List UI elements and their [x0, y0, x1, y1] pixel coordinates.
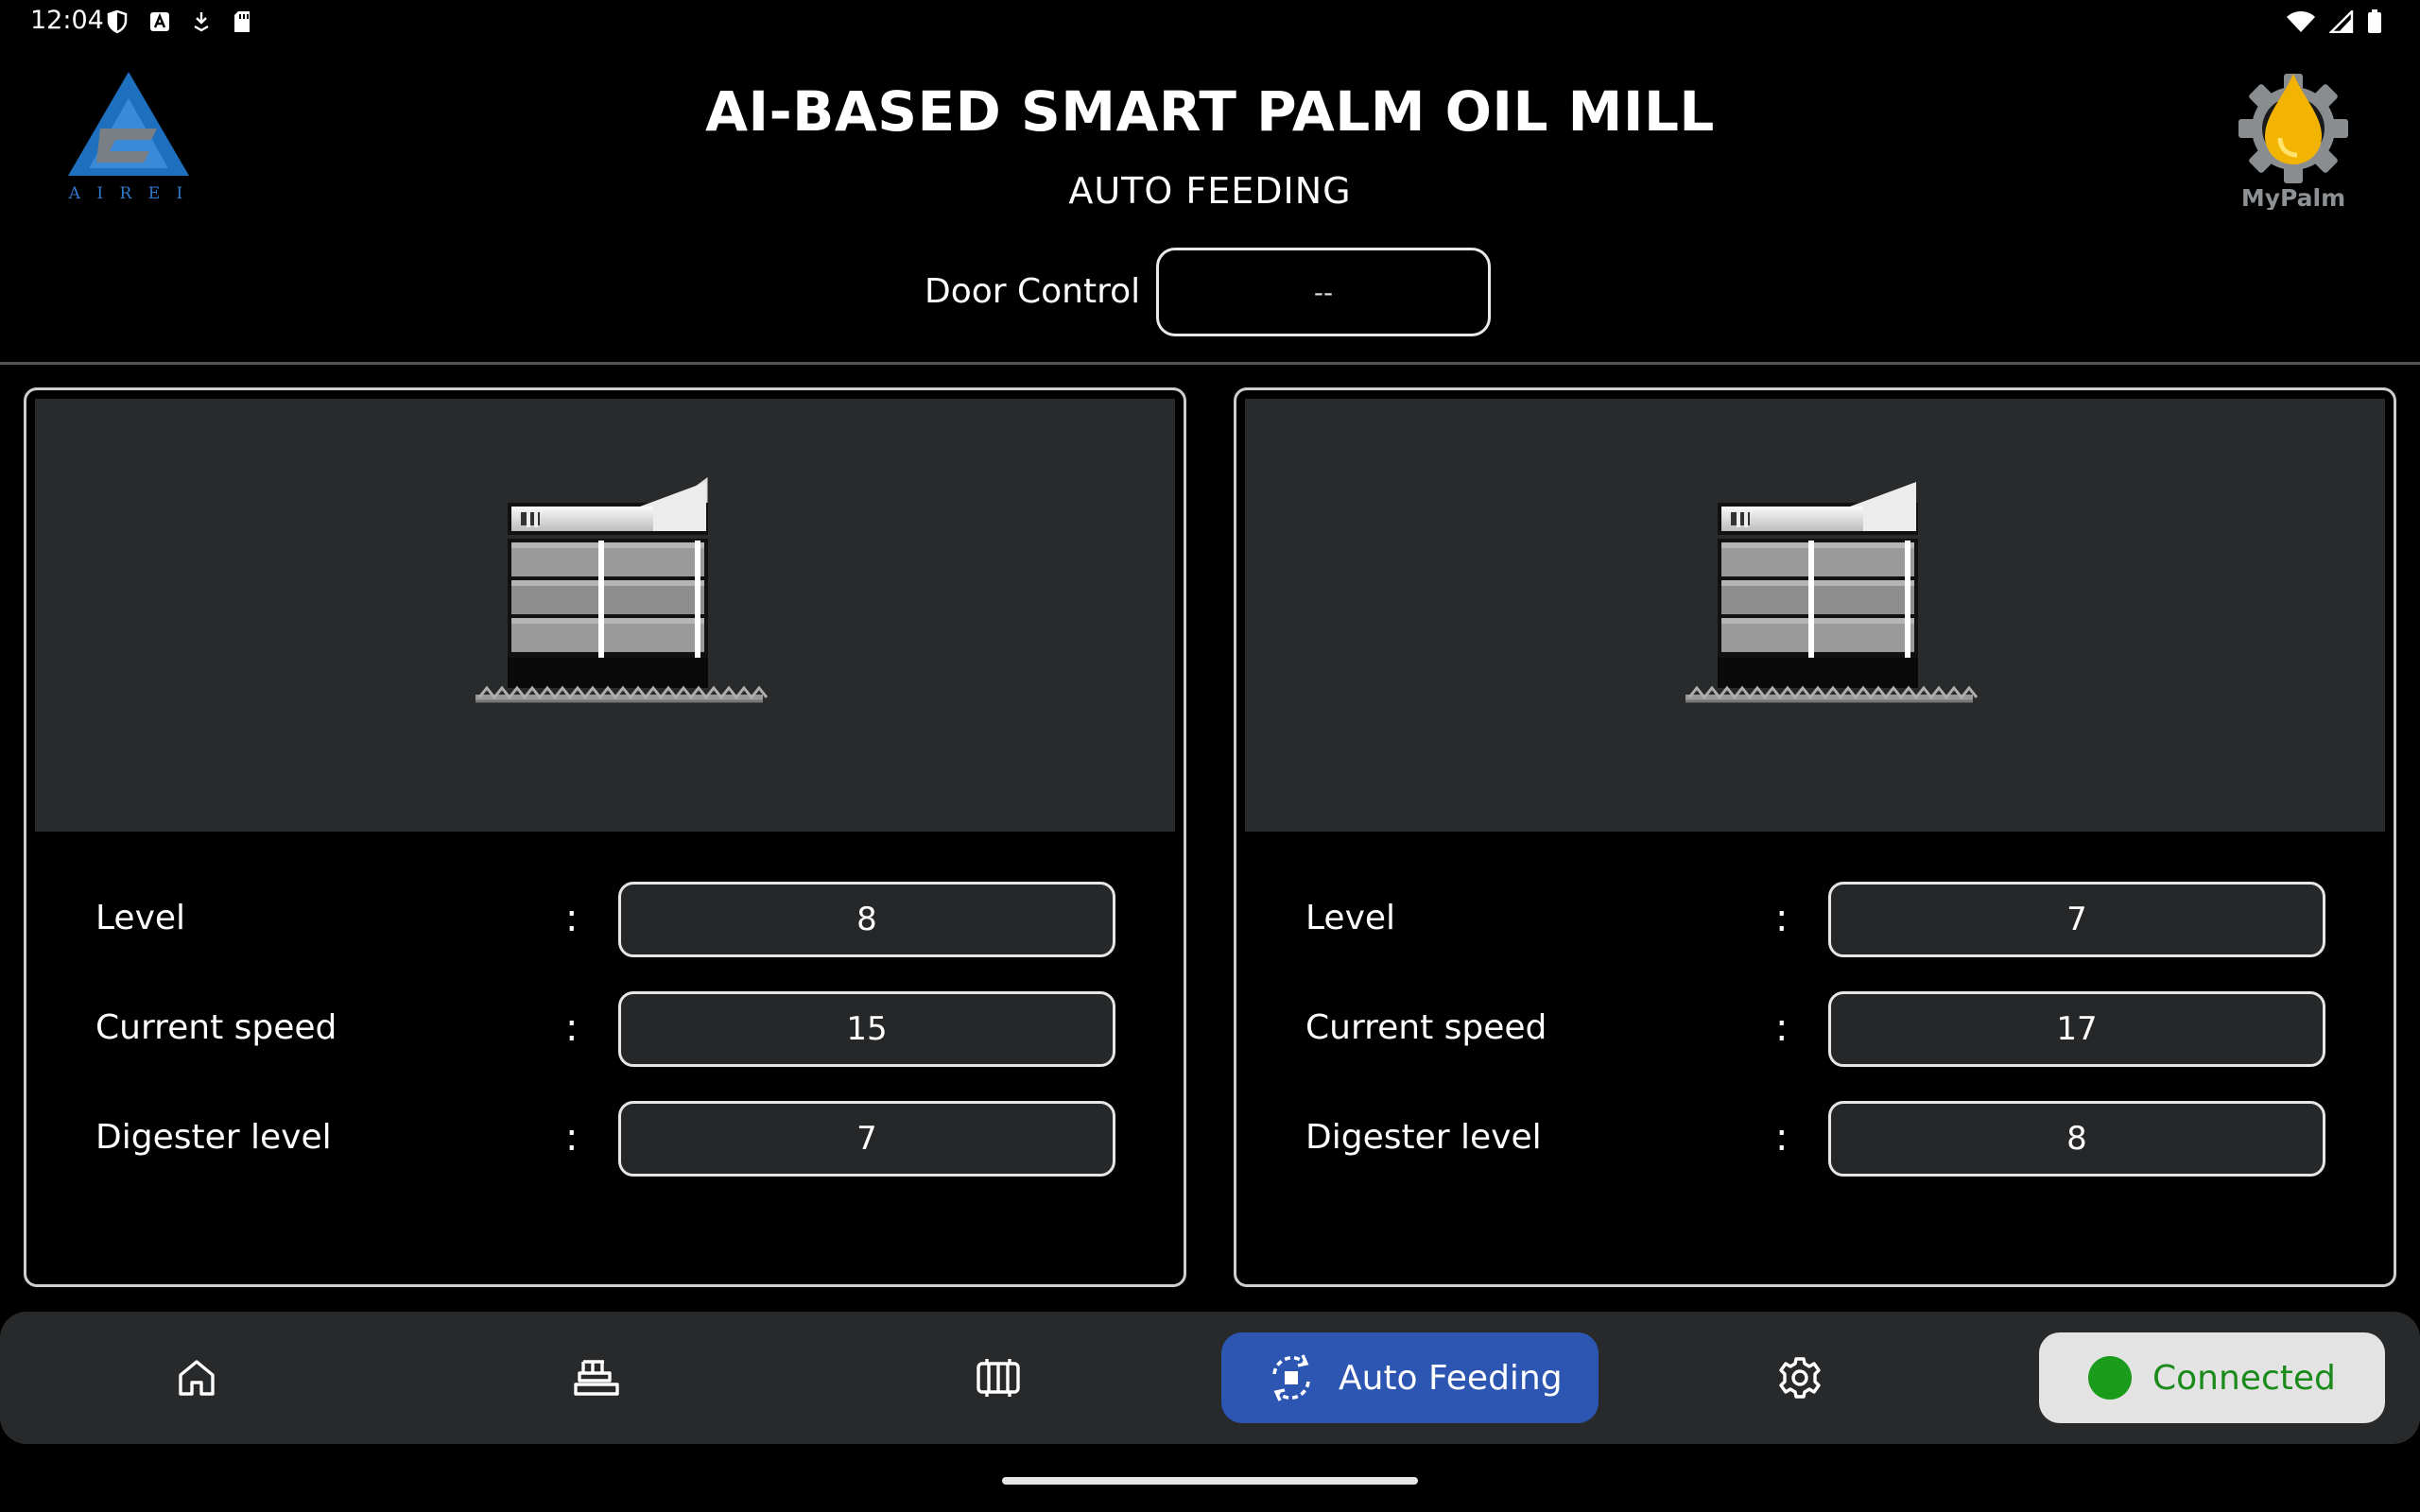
door-control-field[interactable]: --	[1156, 248, 1491, 336]
row-colon: :	[1775, 1006, 1789, 1050]
sd-card-icon	[234, 11, 250, 32]
feeder-image	[35, 399, 1175, 832]
download-icon	[194, 12, 209, 32]
page-subtitle: AUTO FEEDING	[1068, 170, 1352, 212]
current-speed-value: 17	[1828, 991, 2325, 1067]
a-badge-icon	[150, 12, 169, 31]
bottom-nav: Auto Feeding Connected	[0, 1312, 2420, 1444]
row-colon: :	[1775, 897, 1789, 940]
row-colon: :	[1775, 1116, 1789, 1160]
nav-auto-feeding-label: Auto Feeding	[1339, 1358, 1563, 1398]
signal-icon	[2329, 10, 2354, 33]
level-value: 8	[618, 882, 1115, 957]
digester-level-value: 7	[618, 1101, 1115, 1177]
feeder-panel-1: Level : 8 Current speed : 15 Digester le…	[24, 387, 1186, 1287]
door-control-label: Door Control	[925, 272, 1141, 311]
current-speed-row: Current speed : 17	[1236, 991, 2394, 1067]
level-value: 7	[1828, 882, 2325, 957]
digester-level-row: Digester level : 7	[26, 1101, 1184, 1177]
nav-auto-feeding-button[interactable]: Auto Feeding	[1221, 1332, 1599, 1423]
row-colon: :	[565, 1116, 579, 1160]
level-row: Level : 7	[1236, 882, 2394, 957]
battery-icon	[2368, 9, 2381, 33]
gear-icon	[1779, 1357, 1821, 1399]
status-time: 12:04	[30, 6, 104, 35]
wifi-icon	[2287, 11, 2315, 32]
connection-label: Connected	[2152, 1358, 2336, 1398]
feeder-panel-2: Level : 7 Current speed : 17 Digester le…	[1234, 387, 2396, 1287]
current-speed-row: Current speed : 15	[26, 991, 1184, 1067]
digester-level-value: 8	[1828, 1101, 2325, 1177]
mypalm-logo: MyPalm	[2238, 74, 2348, 210]
auto-feeding-icon	[1272, 1354, 1310, 1401]
current-speed-value: 15	[618, 991, 1115, 1067]
feeder-image	[1245, 399, 2385, 832]
nav-settings-button[interactable]	[1754, 1332, 1845, 1423]
current-speed-label: Current speed	[1305, 1008, 1547, 1047]
nav-scale-button[interactable]	[551, 1332, 642, 1423]
level-label: Level	[95, 899, 186, 937]
level-row: Level : 8	[26, 882, 1184, 957]
status-bar: 12:04	[0, 0, 2420, 45]
connection-dot-icon	[2088, 1356, 2132, 1400]
home-icon	[179, 1360, 215, 1396]
row-colon: :	[565, 897, 579, 940]
nav-home-button[interactable]	[151, 1332, 242, 1423]
feeder-machine-icon	[475, 477, 769, 703]
feeder-machine-icon	[1685, 482, 1979, 703]
digester-level-label: Digester level	[1305, 1118, 1542, 1157]
header-divider	[0, 362, 2420, 365]
connection-status[interactable]: Connected	[2039, 1332, 2385, 1423]
current-speed-label: Current speed	[95, 1008, 337, 1047]
digester-level-row: Digester level : 8	[1236, 1101, 2394, 1177]
mypalm-logo-text: MyPalm	[2241, 184, 2345, 210]
nav-machine-button[interactable]	[953, 1332, 1044, 1423]
shield-icon	[107, 9, 128, 34]
row-colon: :	[565, 1006, 579, 1050]
home-indicator[interactable]	[1002, 1477, 1418, 1485]
scale-icon	[574, 1360, 619, 1396]
level-label: Level	[1305, 899, 1396, 937]
machine-icon	[977, 1359, 1020, 1397]
page-title: AI-BASED SMART PALM OIL MILL	[705, 79, 1715, 144]
digester-level-label: Digester level	[95, 1118, 332, 1157]
